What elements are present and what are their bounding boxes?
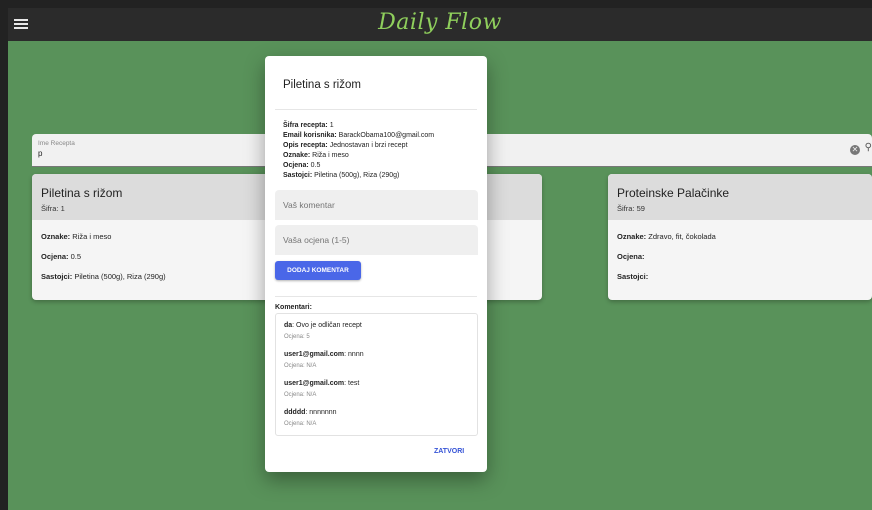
info-code: Šifra recepta: 1 bbox=[283, 122, 334, 129]
rating-field[interactable] bbox=[275, 225, 478, 255]
app-viewport: Daily Flow Recepta Ime Recepta p ✕ ⚲ Pil… bbox=[8, 8, 872, 510]
recipe-dialog: Piletina s rižom Šifra recepta: 1 Email … bbox=[265, 56, 487, 472]
dialog-title: Piletina s rižom bbox=[283, 79, 361, 91]
info-description: Opis recepta: Jednostavan i brzi recept bbox=[283, 142, 408, 149]
info-tags: Oznake: Riža i meso bbox=[283, 152, 349, 159]
comment-rating: Ocjena: N/A bbox=[284, 421, 317, 427]
comment-rating: Ocjena: 5 bbox=[284, 334, 310, 340]
comment-item: ddddd: nnnnnnn bbox=[284, 409, 337, 416]
comment-item: da: Ovo je odličan recept bbox=[284, 322, 362, 329]
comments-heading: Komentari: bbox=[275, 304, 312, 311]
close-button[interactable]: ZATVORI bbox=[434, 448, 464, 455]
comment-rating: Ocjena: N/A bbox=[284, 392, 317, 398]
comment-item: user1@gmail.com: test bbox=[284, 380, 360, 387]
info-ingredients: Sastojci: Piletina (500g), Riza (290g) bbox=[283, 172, 400, 179]
add-comment-button[interactable]: DODAJ KOMENTAR bbox=[275, 261, 361, 280]
comment-rating: Ocjena: N/A bbox=[284, 363, 317, 369]
comment-item: user1@gmail.com: nnnn bbox=[284, 351, 364, 358]
comments-list: da: Ovo je odličan recept Ocjena: 5 user… bbox=[275, 313, 478, 436]
info-rating: Ocjena: 0.5 bbox=[283, 162, 321, 169]
comment-input[interactable] bbox=[275, 190, 478, 220]
rating-input[interactable] bbox=[275, 225, 478, 255]
info-email: Email korisnika: BarackObama100@gmail.co… bbox=[283, 132, 435, 139]
comment-field[interactable] bbox=[275, 190, 478, 220]
divider bbox=[275, 109, 477, 110]
divider bbox=[275, 296, 477, 297]
